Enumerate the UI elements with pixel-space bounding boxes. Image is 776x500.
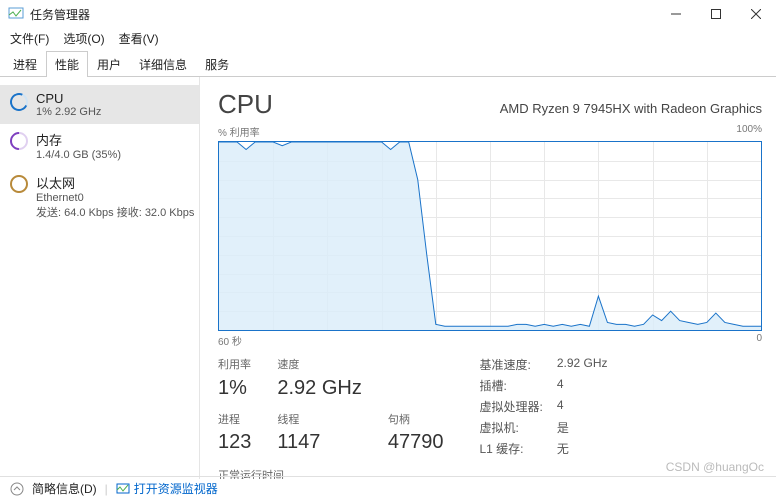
resmon-icon (116, 482, 130, 496)
sidebar-eth-title: 以太网 (36, 173, 194, 192)
threads-value: 1147 (277, 431, 361, 457)
tab-users[interactable]: 用户 (88, 51, 130, 77)
axis-bottom-left: 60 秒 (218, 333, 242, 348)
close-button[interactable] (736, 0, 776, 28)
maximize-button[interactable] (696, 0, 736, 28)
handles-label: 句柄 (388, 411, 444, 430)
tab-services[interactable]: 服务 (196, 51, 238, 77)
axis-bottom-right: 0 (756, 333, 762, 348)
chevron-up-icon (10, 482, 24, 496)
axis-top-left: % 利用率 (218, 124, 260, 139)
sockets-label: 插槽: (479, 377, 542, 394)
minimize-button[interactable] (656, 0, 696, 28)
ethernet-ring-icon (10, 175, 28, 193)
util-value: 1% (218, 377, 251, 403)
sidebar-item-cpu[interactable]: CPU 1% 2.92 GHz (0, 85, 199, 124)
menu-view[interactable]: 查看(V) (119, 30, 159, 47)
sidebar-item-ethernet[interactable]: 以太网 Ethernet0 发送: 64.0 Kbps 接收: 32.0 Kbp… (0, 167, 199, 226)
sidebar-eth-sub: Ethernet0 (36, 192, 194, 204)
sidebar: CPU 1% 2.92 GHz 内存 1.4/4.0 GB (35%) 以太网 … (0, 77, 200, 479)
vm-value: 是 (557, 419, 608, 436)
cpu-chart (218, 141, 762, 331)
open-resmon-link[interactable]: 打开资源监视器 (116, 480, 218, 497)
proc-label: 进程 (218, 411, 251, 430)
vm-label: 虚拟机: (479, 419, 542, 436)
l1-label: L1 缓存: (479, 440, 542, 457)
main-panel: CPU AMD Ryzen 9 7945HX with Radeon Graph… (200, 77, 776, 479)
cpu-ring-icon (7, 90, 30, 113)
util-label: 利用率 (218, 356, 251, 375)
cpu-model: AMD Ryzen 9 7945HX with Radeon Graphics (500, 101, 762, 116)
sidebar-cpu-title: CPU (36, 91, 101, 106)
base-speed-label: 基准速度: (479, 356, 542, 373)
separator: | (105, 482, 108, 496)
proc-value: 123 (218, 431, 251, 457)
taskmgr-icon (8, 6, 24, 22)
base-speed-value: 2.92 GHz (557, 356, 608, 373)
sidebar-mem-title: 内存 (36, 130, 121, 149)
handles-value: 47790 (388, 431, 444, 457)
tab-processes[interactable]: 进程 (4, 51, 46, 77)
watermark: CSDN @huangOc (666, 460, 764, 474)
menu-file[interactable]: 文件(F) (10, 30, 49, 47)
tab-details[interactable]: 详细信息 (130, 51, 196, 77)
vproc-value: 4 (557, 398, 608, 415)
l1-value: 无 (557, 440, 608, 457)
fewer-details-button[interactable]: 简略信息(D) (32, 480, 97, 497)
sidebar-eth-sub2: 发送: 64.0 Kbps 接收: 32.0 Kbps (36, 204, 194, 220)
memory-ring-icon (6, 128, 31, 153)
speed-label: 速度 (277, 356, 361, 375)
menu-options[interactable]: 选项(O) (63, 30, 104, 47)
page-heading: CPU (218, 89, 273, 120)
threads-label: 线程 (277, 411, 361, 430)
window-title: 任务管理器 (30, 6, 90, 23)
vproc-label: 虚拟处理器: (479, 398, 542, 415)
axis-top-right: 100% (736, 124, 762, 139)
sockets-value: 4 (557, 377, 608, 394)
open-resmon-label: 打开资源监视器 (134, 480, 218, 497)
sidebar-mem-sub: 1.4/4.0 GB (35%) (36, 149, 121, 161)
sidebar-cpu-sub: 1% 2.92 GHz (36, 106, 101, 118)
tab-performance[interactable]: 性能 (46, 51, 88, 77)
sidebar-item-memory[interactable]: 内存 1.4/4.0 GB (35%) (0, 124, 199, 167)
speed-value: 2.92 GHz (277, 377, 361, 403)
